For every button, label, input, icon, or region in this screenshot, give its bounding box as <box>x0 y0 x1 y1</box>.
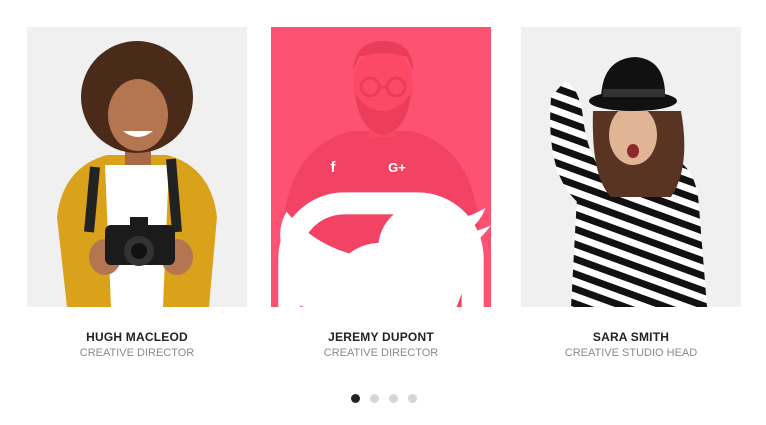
member-role: CREATIVE DIRECTOR <box>79 347 195 359</box>
member-photo-illustration <box>27 27 247 307</box>
social-links: f G+ <box>271 155 491 307</box>
team-card-jeremy-dupont[interactable]: f G+ JEREMY DUPONT CREATIVE DIRECTOR <box>271 27 491 359</box>
pagination-dot-4[interactable] <box>408 394 417 403</box>
pagination-dot-3[interactable] <box>389 394 398 403</box>
member-photo-illustration <box>521 27 741 307</box>
instagram-icon[interactable] <box>278 155 484 307</box>
team-card-hugh-macleod[interactable]: HUGH MACLEOD CREATIVE DIRECTOR <box>27 27 247 359</box>
member-photo[interactable]: f G+ <box>271 27 491 307</box>
member-role: CREATIVE STUDIO HEAD <box>564 347 698 359</box>
pagination-dot-2[interactable] <box>370 394 379 403</box>
team-carousel: HUGH MACLEOD CREATIVE DIRECTOR f G+ JERE… <box>0 0 766 425</box>
member-photo[interactable] <box>521 27 741 307</box>
member-photo[interactable] <box>27 27 247 307</box>
pagination-dot-1[interactable] <box>351 394 360 403</box>
member-name: JEREMY DUPONT <box>328 330 434 344</box>
team-card-sara-smith[interactable]: SARA SMITH CREATIVE STUDIO HEAD <box>521 27 741 359</box>
carousel-pagination <box>351 394 417 403</box>
member-name: SARA SMITH <box>592 330 670 344</box>
member-name: HUGH MACLEOD <box>86 330 188 344</box>
member-role: CREATIVE DIRECTOR <box>323 347 439 359</box>
